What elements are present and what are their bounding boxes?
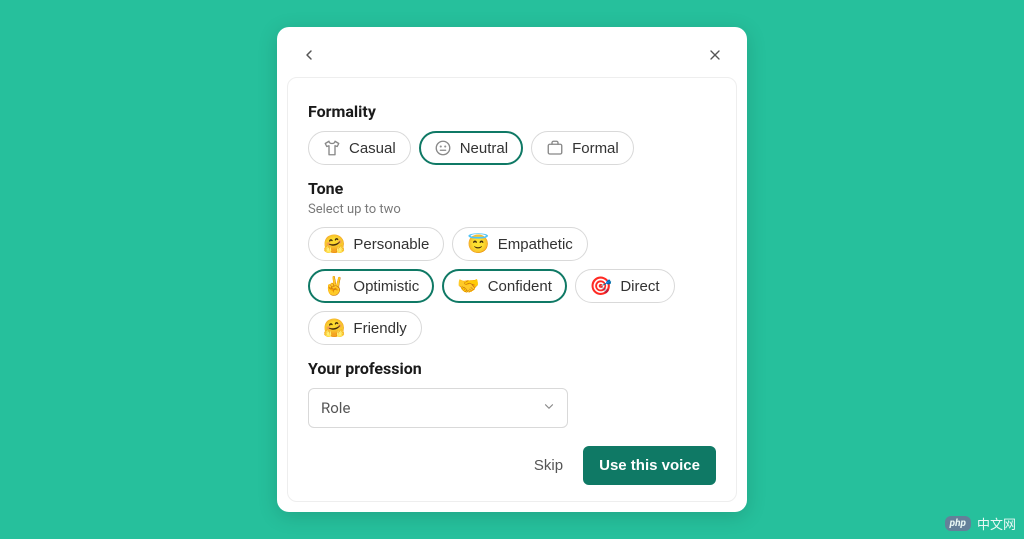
- back-button[interactable]: [297, 43, 321, 67]
- profession-select-wrap: Role: [308, 388, 568, 428]
- modal-footer: Skip Use this voice: [308, 446, 716, 485]
- chip-label: Formal: [572, 140, 619, 157]
- chip-label: Friendly: [353, 320, 406, 337]
- chip-label: Neutral: [460, 140, 508, 157]
- chevron-left-icon: [301, 47, 317, 63]
- formality-chip-formal[interactable]: Formal: [531, 131, 634, 165]
- tone-options: 🤗 Personable 😇 Empathetic ✌️ Optimistic …: [308, 227, 716, 345]
- formality-options: Casual Neutral Formal: [308, 131, 716, 165]
- friendly-icon: 🤗: [323, 319, 345, 337]
- chip-label: Optimistic: [353, 278, 419, 295]
- skip-button[interactable]: Skip: [530, 449, 567, 482]
- watermark: php 中文网: [945, 514, 1016, 533]
- victory-icon: ✌️: [323, 277, 345, 295]
- use-voice-button[interactable]: Use this voice: [583, 446, 716, 485]
- php-badge: php: [945, 516, 971, 531]
- formality-title: Formality: [308, 102, 716, 121]
- tone-chip-friendly[interactable]: 🤗 Friendly: [308, 311, 422, 345]
- watermark-text: 中文网: [977, 514, 1016, 533]
- tone-chip-confident[interactable]: 🤝 Confident: [442, 269, 567, 303]
- tone-chip-empathetic[interactable]: 😇 Empathetic: [452, 227, 587, 261]
- tone-chip-personable[interactable]: 🤗 Personable: [308, 227, 444, 261]
- neutral-face-icon: [434, 139, 452, 157]
- tone-chip-optimistic[interactable]: ✌️ Optimistic: [308, 269, 434, 303]
- handshake-icon: 🤝: [457, 277, 479, 295]
- tone-title: Tone: [308, 179, 716, 198]
- tone-chip-direct[interactable]: 🎯 Direct: [575, 269, 675, 303]
- hug-icon: 🤗: [323, 235, 345, 253]
- halo-icon: 😇: [467, 235, 489, 253]
- profession-title: Your profession: [308, 359, 716, 378]
- formality-chip-neutral[interactable]: Neutral: [419, 131, 523, 165]
- close-icon: [707, 47, 723, 63]
- chip-label: Personable: [353, 236, 429, 253]
- formality-chip-casual[interactable]: Casual: [308, 131, 411, 165]
- briefcase-icon: [546, 139, 564, 157]
- chip-label: Casual: [349, 140, 396, 157]
- profession-select[interactable]: Role: [308, 388, 568, 428]
- modal-body: Formality Casual Neutral Formal: [287, 77, 737, 502]
- chip-label: Empathetic: [498, 236, 573, 253]
- target-icon: 🎯: [590, 277, 612, 295]
- chip-label: Direct: [620, 278, 659, 295]
- voice-modal: Formality Casual Neutral Formal: [277, 27, 747, 512]
- close-button[interactable]: [703, 43, 727, 67]
- tshirt-icon: [323, 139, 341, 157]
- modal-header: [277, 27, 747, 77]
- tone-subtitle: Select up to two: [308, 202, 716, 217]
- chip-label: Confident: [488, 278, 552, 295]
